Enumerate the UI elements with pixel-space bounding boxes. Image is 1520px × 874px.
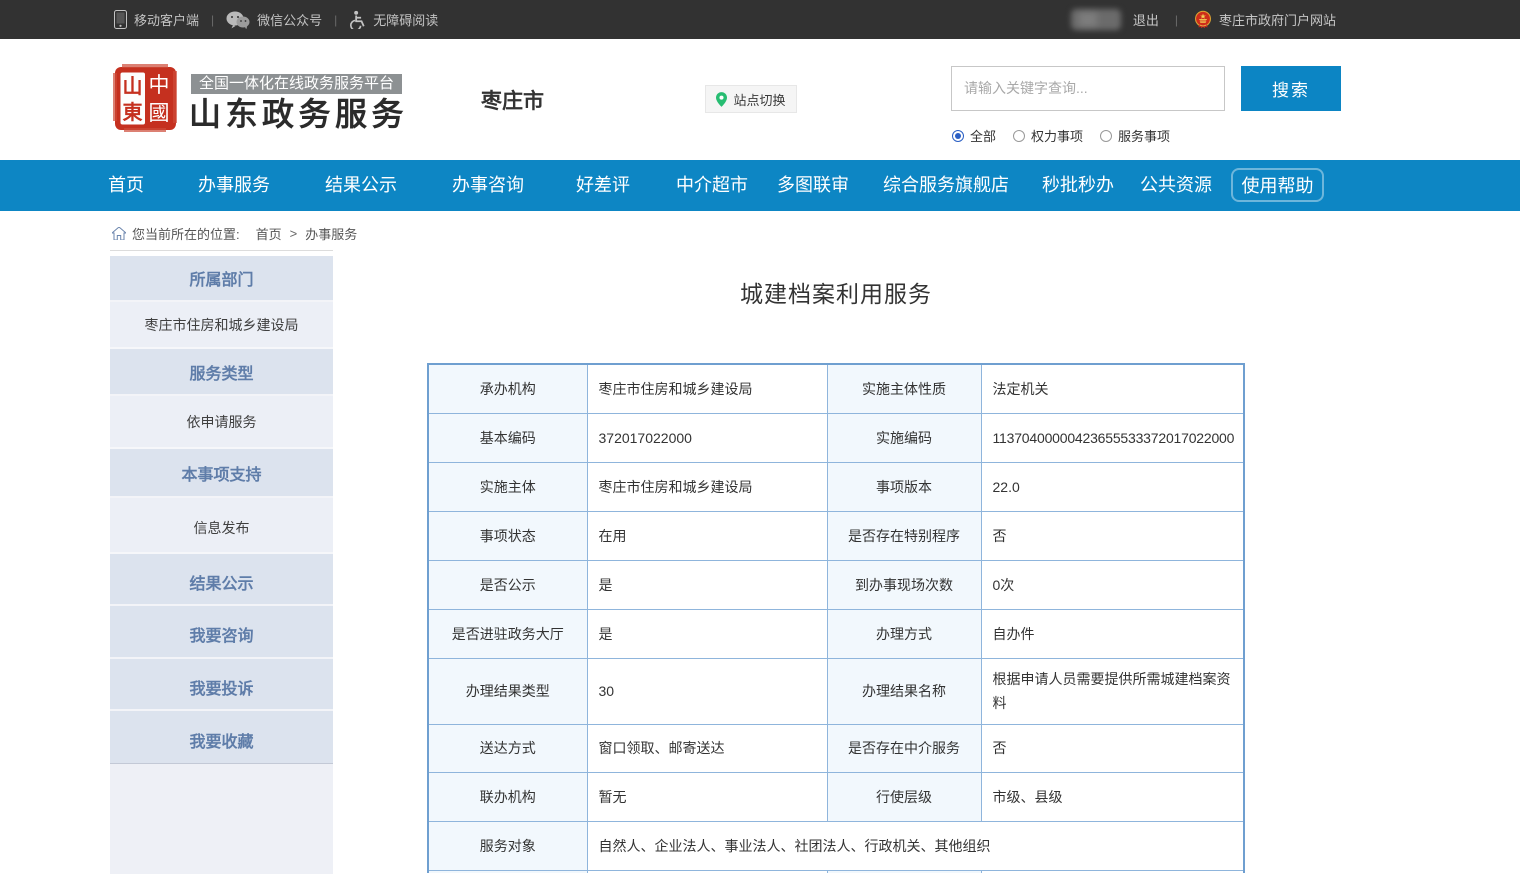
svg-text:國: 國 bbox=[149, 101, 170, 125]
svg-text:山: 山 bbox=[123, 75, 143, 98]
svg-text:中: 中 bbox=[149, 73, 170, 97]
svg-text:東: 東 bbox=[123, 101, 143, 124]
